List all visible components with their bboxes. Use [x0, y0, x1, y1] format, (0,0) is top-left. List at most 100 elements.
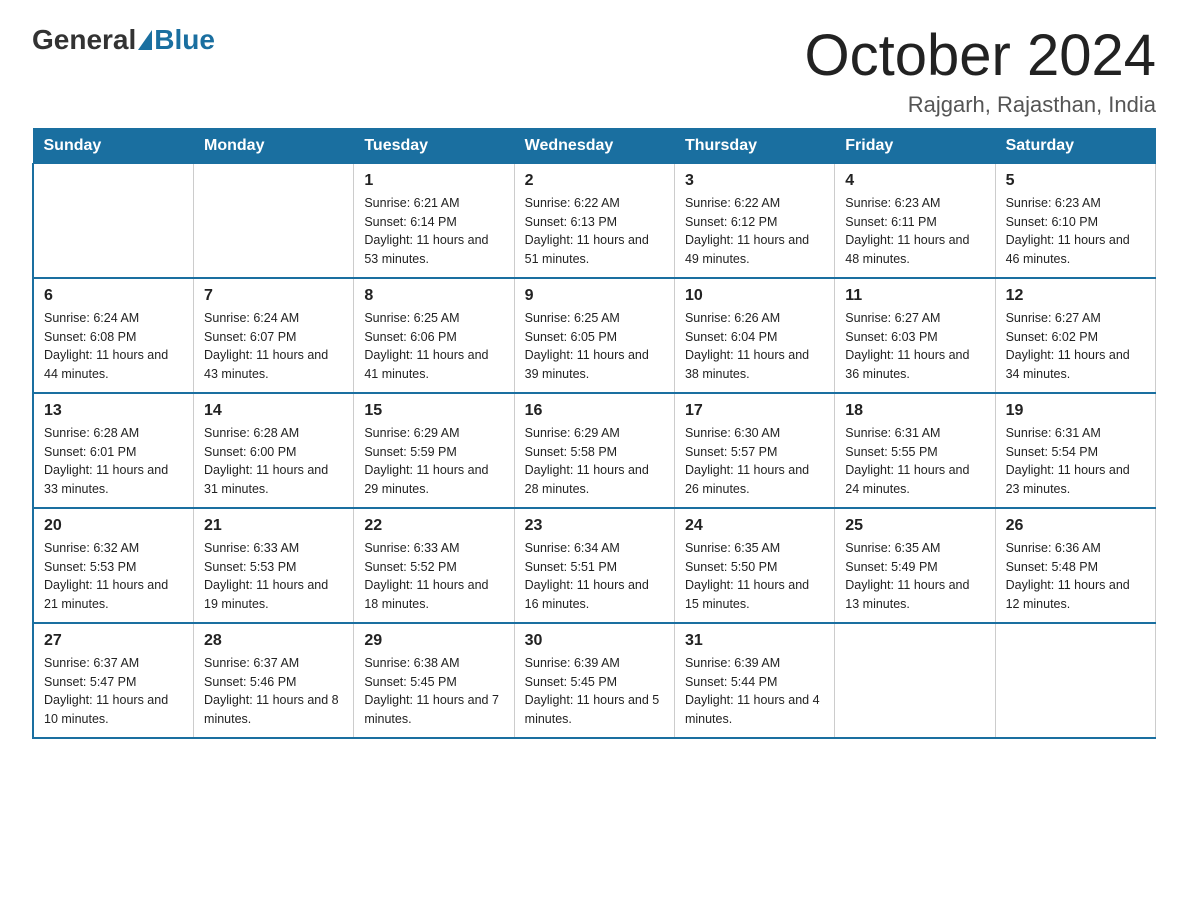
day-cell: 17Sunrise: 6:30 AMSunset: 5:57 PMDayligh… [674, 393, 834, 508]
day-cell: 29 Sunrise: 6:38 AMSunset: 5:45 PMDayligh… [354, 623, 514, 738]
day-number: 8 [364, 287, 503, 305]
day-info: Sunrise: 6:37 AMSunset: 5:46 PMDaylight:… [204, 654, 343, 729]
day-number: 10 [685, 287, 824, 305]
header-thursday: Thursday [674, 128, 834, 163]
day-number: 15 [364, 402, 503, 420]
day-cell: 6Sunrise: 6:24 AMSunset: 6:08 PMDaylight… [33, 278, 194, 393]
day-info: Sunrise: 6:23 AMSunset: 6:11 PMDaylight:… [845, 194, 984, 269]
header-saturday: Saturday [995, 128, 1155, 163]
day-cell: 18 Sunrise: 6:31 AMSunset: 5:55 PMDayligh… [835, 393, 995, 508]
header-wednesday: Wednesday [514, 128, 674, 163]
day-info: Sunrise: 6:31 AMSunset: 5:55 PMDaylight:… [845, 424, 984, 499]
calendar-table: SundayMondayTuesdayWednesdayThursdayFrid… [32, 128, 1156, 739]
page-header: General Blue October 2024 Rajgarh, Rajas… [32, 24, 1156, 118]
day-info: Sunrise: 6:38 AMSunset: 5:45 PMDaylight:… [364, 654, 503, 729]
day-cell: 13Sunrise: 6:28 AMSunset: 6:01 PMDayligh… [33, 393, 194, 508]
day-info: Sunrise: 6:34 AMSunset: 5:51 PMDaylight:… [525, 539, 664, 614]
day-cell: 4Sunrise: 6:23 AMSunset: 6:11 PMDaylight… [835, 163, 995, 278]
day-info: Sunrise: 6:26 AMSunset: 6:04 PMDaylight:… [685, 309, 824, 384]
day-info: Sunrise: 6:22 AMSunset: 6:12 PMDaylight:… [685, 194, 824, 269]
day-info: Sunrise: 6:25 AMSunset: 6:05 PMDaylight:… [525, 309, 664, 384]
day-number: 26 [1006, 517, 1145, 535]
day-number: 5 [1006, 172, 1145, 190]
logo-triangle-icon [138, 30, 152, 50]
calendar-body: 1Sunrise: 6:21 AMSunset: 6:14 PMDaylight… [33, 163, 1156, 738]
logo: General Blue [32, 24, 215, 56]
day-number: 21 [204, 517, 343, 535]
day-cell: 28 Sunrise: 6:37 AMSunset: 5:46 PMDayligh… [194, 623, 354, 738]
day-cell: 3Sunrise: 6:22 AMSunset: 6:12 PMDaylight… [674, 163, 834, 278]
day-cell [194, 163, 354, 278]
day-cell: 11Sunrise: 6:27 AMSunset: 6:03 PMDayligh… [835, 278, 995, 393]
day-number: 1 [364, 172, 503, 190]
header-tuesday: Tuesday [354, 128, 514, 163]
calendar-subtitle: Rajgarh, Rajasthan, India [805, 92, 1156, 118]
day-number: 30 [525, 632, 664, 650]
day-number: 19 [1006, 402, 1145, 420]
day-info: Sunrise: 6:22 AMSunset: 6:13 PMDaylight:… [525, 194, 664, 269]
calendar-header: SundayMondayTuesdayWednesdayThursdayFrid… [33, 128, 1156, 163]
day-cell [835, 623, 995, 738]
day-cell: 22 Sunrise: 6:33 AMSunset: 5:52 PMDayligh… [354, 508, 514, 623]
day-number: 18 [845, 402, 984, 420]
day-number: 20 [44, 517, 183, 535]
day-info: Sunrise: 6:35 AMSunset: 5:49 PMDaylight:… [845, 539, 984, 614]
day-info: Sunrise: 6:33 AMSunset: 5:52 PMDaylight:… [364, 539, 503, 614]
day-cell: 26 Sunrise: 6:36 AMSunset: 5:48 PMDayligh… [995, 508, 1155, 623]
day-number: 16 [525, 402, 664, 420]
day-cell: 14 Sunrise: 6:28 AMSunset: 6:00 PMDayligh… [194, 393, 354, 508]
day-info: Sunrise: 6:29 AMSunset: 5:58 PMDaylight:… [525, 424, 664, 499]
day-info: Sunrise: 6:27 AMSunset: 6:02 PMDaylight:… [1006, 309, 1145, 384]
title-area: October 2024 Rajgarh, Rajasthan, India [805, 24, 1156, 118]
day-number: 31 [685, 632, 824, 650]
day-cell: 10 Sunrise: 6:26 AMSunset: 6:04 PMDayligh… [674, 278, 834, 393]
day-number: 27 [44, 632, 183, 650]
header-sunday: Sunday [33, 128, 194, 163]
day-cell: 7 Sunrise: 6:24 AMSunset: 6:07 PMDaylight… [194, 278, 354, 393]
logo-blue-text: Blue [154, 24, 215, 56]
day-number: 23 [525, 517, 664, 535]
day-cell: 9 Sunrise: 6:25 AMSunset: 6:05 PMDaylight… [514, 278, 674, 393]
calendar-title: October 2024 [805, 24, 1156, 88]
day-cell: 23 Sunrise: 6:34 AMSunset: 5:51 PMDayligh… [514, 508, 674, 623]
day-info: Sunrise: 6:23 AMSunset: 6:10 PMDaylight:… [1006, 194, 1145, 269]
header-monday: Monday [194, 128, 354, 163]
day-cell: 21Sunrise: 6:33 AMSunset: 5:53 PMDayligh… [194, 508, 354, 623]
week-row-1: 6Sunrise: 6:24 AMSunset: 6:08 PMDaylight… [33, 278, 1156, 393]
day-info: Sunrise: 6:28 AMSunset: 6:01 PMDaylight:… [44, 424, 183, 499]
logo-area: General Blue [32, 24, 215, 56]
day-info: Sunrise: 6:36 AMSunset: 5:48 PMDaylight:… [1006, 539, 1145, 614]
day-number: 28 [204, 632, 343, 650]
day-cell: 19Sunrise: 6:31 AMSunset: 5:54 PMDayligh… [995, 393, 1155, 508]
week-row-2: 13Sunrise: 6:28 AMSunset: 6:01 PMDayligh… [33, 393, 1156, 508]
day-number: 22 [364, 517, 503, 535]
day-info: Sunrise: 6:35 AMSunset: 5:50 PMDaylight:… [685, 539, 824, 614]
day-cell [33, 163, 194, 278]
day-number: 14 [204, 402, 343, 420]
day-cell: 1Sunrise: 6:21 AMSunset: 6:14 PMDaylight… [354, 163, 514, 278]
day-info: Sunrise: 6:30 AMSunset: 5:57 PMDaylight:… [685, 424, 824, 499]
day-number: 24 [685, 517, 824, 535]
day-cell: 12Sunrise: 6:27 AMSunset: 6:02 PMDayligh… [995, 278, 1155, 393]
day-cell: 25Sunrise: 6:35 AMSunset: 5:49 PMDayligh… [835, 508, 995, 623]
day-cell [995, 623, 1155, 738]
week-row-4: 27Sunrise: 6:37 AMSunset: 5:47 PMDayligh… [33, 623, 1156, 738]
day-info: Sunrise: 6:24 AMSunset: 6:07 PMDaylight:… [204, 309, 343, 384]
day-cell: 5 Sunrise: 6:23 AMSunset: 6:10 PMDaylight… [995, 163, 1155, 278]
header-row: SundayMondayTuesdayWednesdayThursdayFrid… [33, 128, 1156, 163]
day-info: Sunrise: 6:39 AMSunset: 5:44 PMDaylight:… [685, 654, 824, 729]
day-info: Sunrise: 6:29 AMSunset: 5:59 PMDaylight:… [364, 424, 503, 499]
day-cell: 20Sunrise: 6:32 AMSunset: 5:53 PMDayligh… [33, 508, 194, 623]
day-info: Sunrise: 6:25 AMSunset: 6:06 PMDaylight:… [364, 309, 503, 384]
week-row-0: 1Sunrise: 6:21 AMSunset: 6:14 PMDaylight… [33, 163, 1156, 278]
day-cell: 15 Sunrise: 6:29 AMSunset: 5:59 PMDayligh… [354, 393, 514, 508]
day-number: 7 [204, 287, 343, 305]
day-info: Sunrise: 6:24 AMSunset: 6:08 PMDaylight:… [44, 309, 183, 384]
day-info: Sunrise: 6:27 AMSunset: 6:03 PMDaylight:… [845, 309, 984, 384]
day-info: Sunrise: 6:28 AMSunset: 6:00 PMDaylight:… [204, 424, 343, 499]
day-number: 9 [525, 287, 664, 305]
day-number: 29 [364, 632, 503, 650]
week-row-3: 20Sunrise: 6:32 AMSunset: 5:53 PMDayligh… [33, 508, 1156, 623]
day-cell: 27Sunrise: 6:37 AMSunset: 5:47 PMDayligh… [33, 623, 194, 738]
logo-general-text: General [32, 24, 136, 56]
